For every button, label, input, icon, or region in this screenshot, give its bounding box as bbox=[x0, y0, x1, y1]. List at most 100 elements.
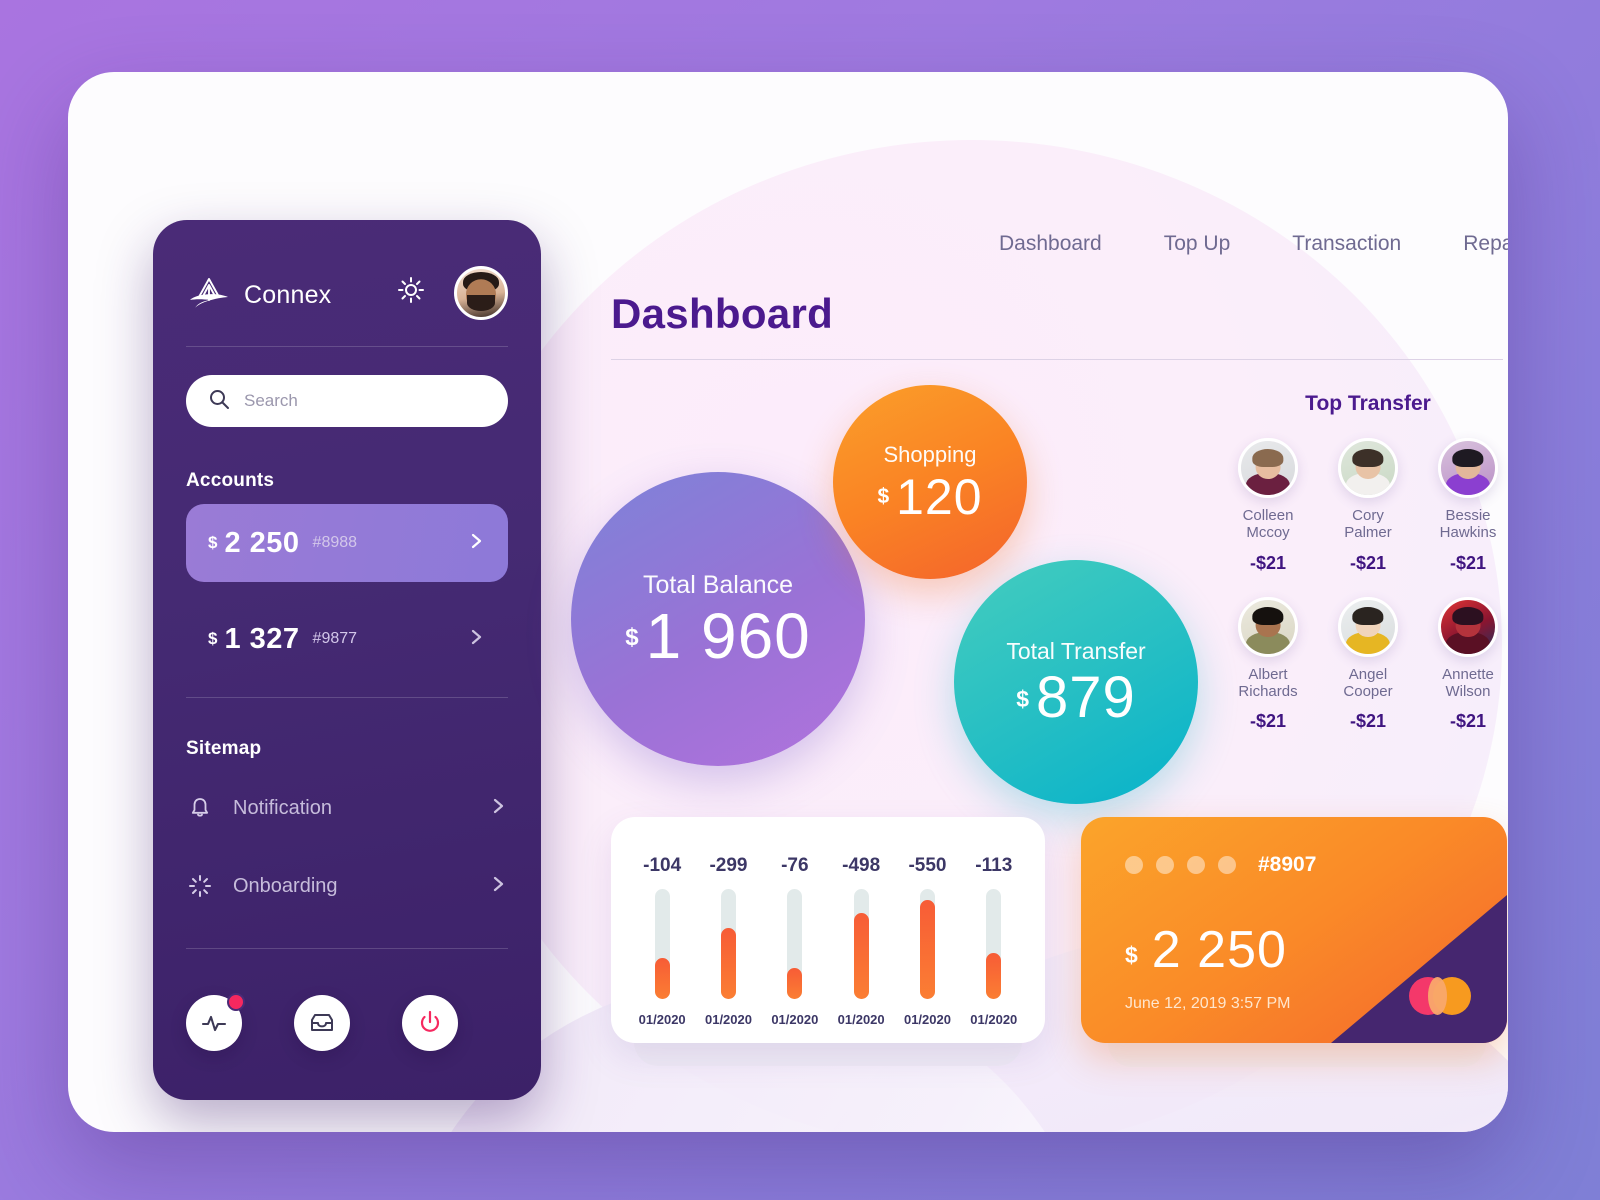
transfer-person[interactable]: Angel Cooper -$21 bbox=[1318, 596, 1418, 733]
transfer-person[interactable]: Colleen Mccoy -$21 bbox=[1218, 438, 1318, 574]
person-name: Colleen Mccoy bbox=[1242, 507, 1294, 542]
transactions-bar-chart: -104 01/2020 -299 01/2020 -76 01/2020 -4… bbox=[611, 817, 1045, 1043]
accounts-section-label: Accounts bbox=[186, 470, 275, 491]
card-amount: 2 250 bbox=[1151, 921, 1287, 979]
activity-pulse-button[interactable] bbox=[186, 993, 245, 1051]
sidebar-item-onboarding[interactable]: Onboarding bbox=[186, 861, 508, 911]
avatar bbox=[1438, 438, 1498, 498]
bar-track bbox=[853, 889, 869, 999]
transfer-person[interactable]: Annette Wilson -$21 bbox=[1418, 596, 1508, 733]
bar-value-label: -113 bbox=[975, 855, 1013, 876]
card-amount-wrapper: $ 2 250 bbox=[1125, 924, 1287, 976]
sidebar-item-label: Onboarding bbox=[233, 874, 338, 897]
bar-date-label: 01/2020 bbox=[771, 1012, 819, 1027]
credit-card[interactable]: #8907 $ 2 250 June 12, 2019 3:57 PM bbox=[1081, 817, 1507, 1043]
bar-date-label: 01/2020 bbox=[903, 1012, 951, 1027]
nav-item-top-up[interactable]: Top Up bbox=[1133, 232, 1262, 256]
gear-icon[interactable] bbox=[394, 273, 428, 307]
notification-badge bbox=[227, 993, 245, 1011]
chevron-right-icon bbox=[488, 796, 508, 821]
nav-item-dashboard[interactable]: Dashboard bbox=[968, 232, 1133, 256]
metric-currency: $ bbox=[1016, 685, 1029, 712]
account-id: #8988 bbox=[312, 534, 358, 551]
bar-date-label: 01/2020 bbox=[970, 1012, 1018, 1027]
account-row[interactable]: $ 1 327 #9877 bbox=[186, 600, 508, 678]
nav-item-repayment[interactable]: Repayment bbox=[1432, 232, 1508, 256]
chevron-right-icon bbox=[488, 874, 508, 899]
card-number: #8907 bbox=[1258, 853, 1317, 876]
sidebar-divider-accounts bbox=[186, 697, 508, 698]
sidebar: Connex Search Accounts $ 2 250 #8988 $ 1… bbox=[153, 220, 541, 1100]
search-input[interactable] bbox=[244, 391, 474, 411]
bar-fill bbox=[853, 913, 869, 999]
account-row[interactable]: $ 2 250 #8988 bbox=[186, 504, 508, 582]
metric-value: 120 bbox=[896, 469, 983, 525]
bar-track bbox=[654, 889, 670, 999]
card-timestamp: June 12, 2019 3:57 PM bbox=[1125, 995, 1291, 1012]
bar-column[interactable]: -550 01/2020 bbox=[899, 855, 955, 1027]
page-title: Dashboard bbox=[611, 290, 834, 337]
metric-bubble-total-balance[interactable]: Total Balance $ 1 960 bbox=[571, 472, 865, 766]
card-currency: $ bbox=[1125, 942, 1138, 968]
metric-currency: $ bbox=[877, 485, 890, 508]
title-divider bbox=[611, 359, 1503, 360]
avatar bbox=[1338, 438, 1398, 498]
bar-fill bbox=[787, 968, 803, 999]
account-id: #9877 bbox=[312, 630, 358, 647]
metric-bubble-shopping[interactable]: Shopping $ 120 bbox=[833, 385, 1027, 579]
bar-value-label: -299 bbox=[709, 855, 748, 876]
metric-bubble-total-transfer[interactable]: Total Transfer $ 879 bbox=[954, 560, 1198, 804]
masked-dot bbox=[1187, 856, 1205, 874]
account-amount: 1 327 bbox=[224, 622, 300, 655]
metric-currency: $ bbox=[625, 623, 639, 651]
bell-icon bbox=[186, 794, 214, 822]
account-amount: 2 250 bbox=[224, 526, 300, 559]
bar-date-label: 01/2020 bbox=[638, 1012, 686, 1027]
metric-value: 879 bbox=[1036, 664, 1136, 730]
person-name: Annette Wilson bbox=[1442, 665, 1494, 700]
person-amount: -$21 bbox=[1349, 552, 1387, 573]
avatar bbox=[1338, 596, 1398, 657]
bar-column[interactable]: -299 01/2020 bbox=[700, 855, 756, 1027]
app-window: Connex Search Accounts $ 2 250 #8988 $ 1… bbox=[68, 72, 1508, 1132]
metric-value-wrapper: $ 120 bbox=[877, 472, 982, 522]
sidebar-item-label: Notification bbox=[233, 796, 332, 819]
person-name: Angel Cooper bbox=[1343, 665, 1393, 700]
bar-fill bbox=[720, 927, 736, 999]
masked-dot bbox=[1156, 856, 1174, 874]
chevron-right-icon bbox=[466, 627, 486, 652]
top-transfer-title: Top Transfer bbox=[1305, 392, 1431, 415]
transfer-person[interactable]: Cory Palmer -$21 bbox=[1318, 438, 1418, 574]
metric-label: Shopping bbox=[883, 442, 977, 467]
sitemap-section-label: Sitemap bbox=[186, 738, 262, 759]
sidebar-item-notification[interactable]: Notification bbox=[186, 783, 508, 833]
avatar-beard bbox=[467, 295, 495, 311]
search-input-wrapper[interactable] bbox=[186, 375, 508, 427]
bar-column[interactable]: -113 01/2020 bbox=[966, 855, 1022, 1027]
bar-value-label: -104 bbox=[643, 855, 682, 876]
user-avatar[interactable] bbox=[454, 266, 508, 320]
account-currency: $ bbox=[208, 533, 218, 552]
inbox-button[interactable] bbox=[294, 995, 350, 1051]
masked-dot bbox=[1218, 856, 1236, 874]
avatar bbox=[1438, 596, 1498, 657]
bar-column[interactable]: -76 01/2020 bbox=[767, 855, 823, 1027]
bar-date-label: 01/2020 bbox=[704, 1012, 752, 1027]
search-icon bbox=[208, 388, 230, 415]
masked-dot bbox=[1125, 856, 1143, 874]
metric-value-wrapper: $ 879 bbox=[1016, 664, 1136, 730]
bar-column[interactable]: -104 01/2020 bbox=[634, 855, 690, 1027]
connex-arrow-logo-icon bbox=[186, 272, 232, 318]
bar-track bbox=[787, 889, 803, 999]
power-button[interactable] bbox=[402, 995, 458, 1051]
transfer-person[interactable]: Bessie Hawkins -$21 bbox=[1418, 438, 1508, 574]
person-amount: -$21 bbox=[1249, 711, 1287, 731]
transfer-person[interactable]: Albert Richards -$21 bbox=[1218, 596, 1318, 733]
bar-column[interactable]: -498 01/2020 bbox=[833, 855, 889, 1027]
nav-item-transaction[interactable]: Transaction bbox=[1261, 232, 1432, 256]
bar-track bbox=[919, 889, 935, 999]
bar-date-label: 01/2020 bbox=[837, 1012, 885, 1027]
bar-track bbox=[986, 889, 1002, 999]
top-transfer-panel: Top Transfer Colleen Mccoy -$21 Cory Pal… bbox=[1218, 392, 1508, 732]
avatar bbox=[1238, 596, 1298, 657]
